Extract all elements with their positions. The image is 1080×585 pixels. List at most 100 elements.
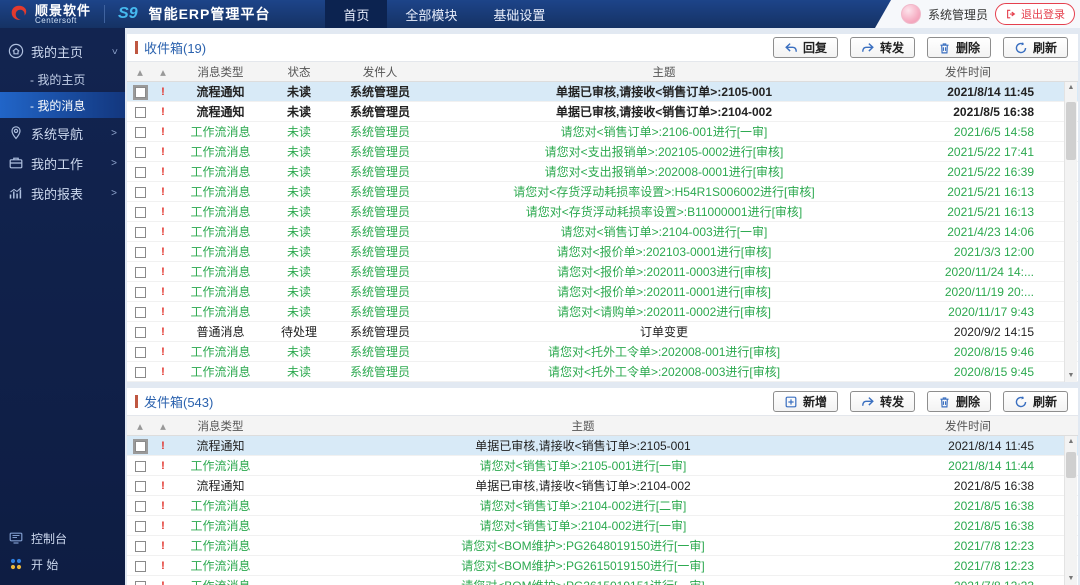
sidebar-item-我的主页[interactable]: 我的主页> [0, 36, 125, 66]
table-row[interactable]: !工作流消息未读系统管理员请您对<报价单>:202011-0001进行[审核]2… [127, 282, 1078, 302]
table-row[interactable]: !工作流消息请您对<BOM维护>:PG2615019151进行[一审]2021/… [127, 576, 1078, 585]
nav-tab-基础设置[interactable]: 基础设置 [475, 0, 563, 28]
sidebar-item-我的报表[interactable]: 我的报表> [0, 178, 125, 208]
inbox-forward-button[interactable]: 转发 [850, 37, 915, 58]
row-checkbox[interactable] [135, 327, 146, 338]
row-checkbox[interactable] [135, 561, 146, 572]
row-checkbox[interactable] [135, 147, 146, 158]
table-row[interactable]: !工作流消息未读系统管理员请您对<托外工令单>:202008-003进行[审核]… [127, 362, 1078, 382]
row-checkbox[interactable] [135, 501, 146, 512]
priority-flag-icon: ! [153, 166, 173, 178]
outbox-forward-button[interactable]: 转发 [850, 391, 915, 412]
scroll-up-icon[interactable]: ▲ [1068, 82, 1075, 94]
table-row[interactable]: !工作流消息请您对<销售订单>:2104-002进行[一审]2021/8/5 1… [127, 516, 1078, 536]
scroll-up-icon[interactable]: ▲ [1068, 436, 1075, 448]
cell-sender: 系统管理员 [330, 283, 430, 300]
table-row[interactable]: !工作流消息未读系统管理员请您对<销售订单>:2104-003进行[一审]202… [127, 222, 1078, 242]
sidebar-item-我的工作[interactable]: 我的工作> [0, 148, 125, 178]
row-checkbox[interactable] [135, 441, 146, 452]
row-checkbox[interactable] [135, 347, 146, 358]
table-row[interactable]: !流程通知单据已审核,请接收<销售订单>:2104-0022021/8/5 16… [127, 476, 1078, 496]
inbox-reply-button[interactable]: 回复 [773, 37, 838, 58]
sort-icon[interactable]: ▴ [127, 65, 153, 79]
sort-icon[interactable]: ▴ [153, 65, 173, 79]
col-subject[interactable]: 主题 [430, 64, 898, 80]
inbox-trash-button[interactable]: 删除 [927, 37, 991, 58]
col-sender[interactable]: 发件人 [330, 64, 430, 80]
table-row[interactable]: !工作流消息请您对<BOM维护>:PG2648019150进行[一审]2021/… [127, 536, 1078, 556]
nav-tab-全部模块[interactable]: 全部模块 [387, 0, 475, 28]
sidebar-footer-控制台[interactable]: 控制台 [0, 525, 125, 551]
scroll-thumb[interactable] [1066, 452, 1076, 478]
table-row[interactable]: !工作流消息请您对<销售订单>:2105-001进行[一审]2021/8/14 … [127, 456, 1078, 476]
table-row[interactable]: !工作流消息未读系统管理员请您对<请购单>:202011-0002进行[审核]2… [127, 302, 1078, 322]
table-row[interactable]: !流程通知单据已审核,请接收<销售订单>:2105-0012021/8/14 1… [127, 436, 1078, 456]
scroll-down-icon[interactable]: ▼ [1068, 370, 1075, 382]
row-checkbox[interactable] [135, 521, 146, 532]
row-checkbox[interactable] [135, 367, 146, 378]
table-row[interactable]: !流程通知未读系统管理员单据已审核,请接收<销售订单>:2104-0022021… [127, 102, 1078, 122]
priority-flag-icon: ! [153, 540, 173, 552]
row-checkbox[interactable] [135, 107, 146, 118]
platform-title: 智能ERP管理平台 [149, 4, 271, 24]
sidebar-subitem-我的消息[interactable]: - 我的消息 [0, 92, 125, 118]
table-row[interactable]: !工作流消息请您对<BOM维护>:PG2615019150进行[一审]2021/… [127, 556, 1078, 576]
table-row[interactable]: !工作流消息未读系统管理员请您对<存货浮动耗损率设置>:H54R1S006002… [127, 182, 1078, 202]
sidebar-item-系统导航[interactable]: 系统导航> [0, 118, 125, 148]
table-row[interactable]: !普通消息待处理系统管理员订单变更2020/9/2 14:15 [127, 322, 1078, 342]
row-checkbox[interactable] [135, 541, 146, 552]
row-checkbox[interactable] [135, 247, 146, 258]
table-row[interactable]: !工作流消息未读系统管理员请您对<销售订单>:2106-001进行[一审]202… [127, 122, 1078, 142]
cell-status: 未读 [268, 103, 330, 120]
scroll-down-icon[interactable]: ▼ [1068, 573, 1075, 585]
cell-sender: 系统管理员 [330, 103, 430, 120]
table-row[interactable]: !工作流消息未读系统管理员请您对<报价单>:202103-0001进行[审核]2… [127, 242, 1078, 262]
table-row[interactable]: !工作流消息未读系统管理员请您对<存货浮动耗损率设置>:B11000001进行[… [127, 202, 1078, 222]
sidebar-subitem-我的主页[interactable]: - 我的主页 [0, 66, 125, 92]
row-checkbox[interactable] [135, 307, 146, 318]
nav-tab-首页[interactable]: 首页 [325, 0, 387, 28]
sort-icon[interactable]: ▴ [153, 419, 173, 433]
outbox-accent-bar [135, 395, 138, 408]
priority-flag-icon: ! [153, 366, 173, 378]
sort-icon[interactable]: ▴ [127, 419, 153, 433]
row-checkbox[interactable] [135, 287, 146, 298]
logout-icon [1005, 8, 1017, 20]
row-checkbox[interactable] [135, 227, 146, 238]
table-row[interactable]: !工作流消息未读系统管理员请您对<托外工令单>:202008-001进行[审核]… [127, 342, 1078, 362]
cell-time: 2021/7/8 12:23 [898, 559, 1038, 573]
row-checkbox[interactable] [135, 207, 146, 218]
col-type[interactable]: 消息类型 [173, 418, 268, 434]
row-checkbox[interactable] [135, 481, 146, 492]
inbox-scrollbar[interactable]: ▲ ▼ [1064, 82, 1077, 382]
logout-button[interactable]: 退出登录 [995, 3, 1075, 25]
table-row[interactable]: !工作流消息未读系统管理员请您对<支出报销单>:202008-0001进行[审核… [127, 162, 1078, 182]
outbox-add-button[interactable]: 新增 [773, 391, 838, 412]
outbox-trash-button[interactable]: 删除 [927, 391, 991, 412]
table-row[interactable]: !工作流消息未读系统管理员请您对<报价单>:202011-0003进行[审核]2… [127, 262, 1078, 282]
cell-subject: 单据已审核,请接收<销售订单>:2105-001 [430, 83, 898, 100]
col-time[interactable]: 发件时间 [898, 64, 1038, 80]
row-checkbox[interactable] [135, 127, 146, 138]
row-checkbox[interactable] [135, 87, 146, 98]
inbox-refresh-button[interactable]: 刷新 [1003, 37, 1068, 58]
row-checkbox[interactable] [135, 167, 146, 178]
col-time[interactable]: 发件时间 [898, 418, 1038, 434]
sidebar-footer-开始[interactable]: 开 始 [0, 551, 125, 577]
cell-type: 工作流消息 [173, 243, 268, 260]
table-row[interactable]: !工作流消息未读系统管理员请您对<支出报销单>:202105-0002进行[审核… [127, 142, 1078, 162]
col-type[interactable]: 消息类型 [173, 64, 268, 80]
outbox-scrollbar[interactable]: ▲ ▼ [1064, 436, 1077, 585]
user-avatar[interactable] [901, 4, 921, 24]
col-status[interactable]: 状态 [268, 64, 330, 80]
outbox-panel: 发件箱(543) 新增转发删除刷新 ▴ ▴ 消息类型 主题 发件时间 !流程通知… [127, 388, 1078, 585]
table-row[interactable]: !流程通知未读系统管理员单据已审核,请接收<销售订单>:2105-0012021… [127, 82, 1078, 102]
outbox-refresh-button[interactable]: 刷新 [1003, 391, 1068, 412]
row-checkbox[interactable] [135, 581, 146, 585]
row-checkbox[interactable] [135, 267, 146, 278]
scroll-thumb[interactable] [1066, 102, 1076, 160]
table-row[interactable]: !工作流消息请您对<销售订单>:2104-002进行[二审]2021/8/5 1… [127, 496, 1078, 516]
row-checkbox[interactable] [135, 461, 146, 472]
col-subject[interactable]: 主题 [268, 418, 898, 434]
row-checkbox[interactable] [135, 187, 146, 198]
